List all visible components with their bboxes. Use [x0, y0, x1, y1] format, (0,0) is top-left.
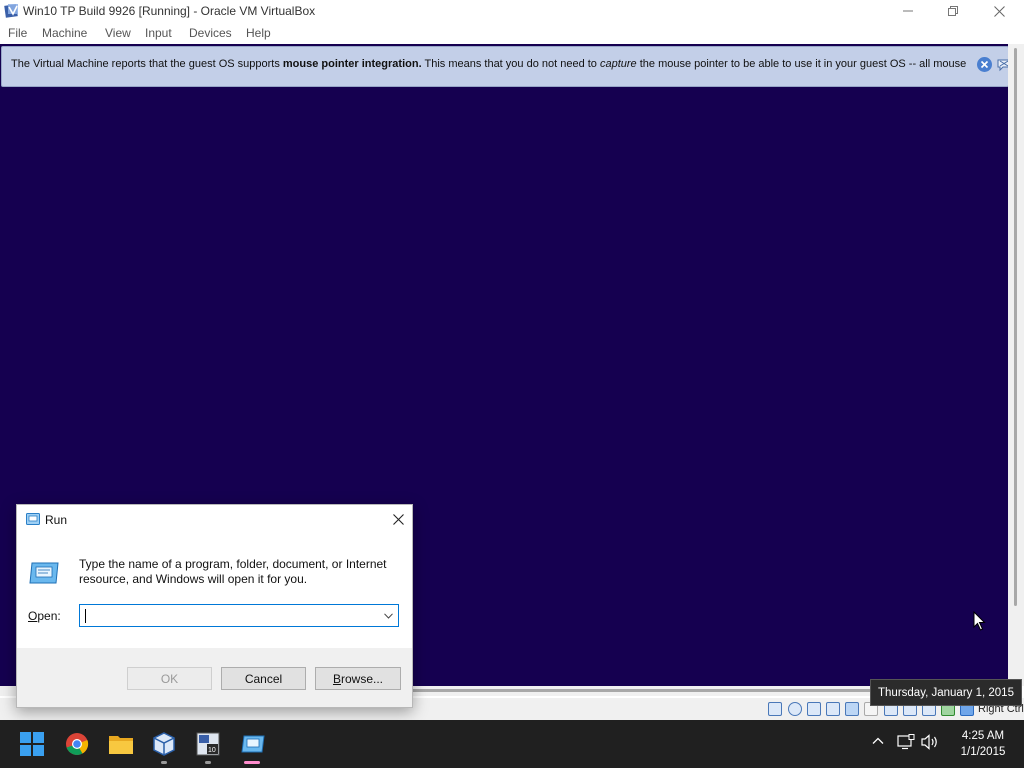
browse-button[interactable]: Browse... — [315, 667, 401, 690]
run-dialog-description: Type the name of a program, folder, docu… — [79, 557, 387, 586]
network-tray-icon[interactable] — [897, 734, 915, 753]
run-dialog: Run Type the name of a program, folder, … — [16, 504, 413, 708]
window-title: Win10 TP Build 9926 [Running] - Oracle V… — [23, 4, 316, 18]
vertical-scrollbar-thumb[interactable] — [1014, 48, 1017, 606]
menu-bar: File Machine View Input Devices Help — [0, 23, 1024, 44]
run-app-active-indicator — [244, 761, 260, 764]
browse-label: rowse... — [341, 671, 384, 686]
run-dialog-title: Run — [45, 513, 68, 527]
browse-accelerator: B — [332, 671, 341, 686]
volume-icon[interactable] — [921, 734, 939, 753]
text-caret — [85, 609, 86, 623]
run-program-icon — [29, 561, 59, 585]
network-icon[interactable] — [826, 702, 840, 716]
file-explorer-icon[interactable] — [107, 730, 135, 758]
svg-text:10: 10 — [208, 747, 216, 754]
date-tooltip: Thursday, January 1, 2015 — [870, 679, 1022, 706]
run-dialog-close-button[interactable] — [389, 510, 407, 528]
chevron-down-icon[interactable] — [380, 607, 396, 624]
menu-input[interactable]: Input — [145, 26, 172, 40]
windows10-app-running-indicator — [205, 761, 211, 764]
cancel-button[interactable]: Cancel — [221, 667, 306, 690]
banner-message: The Virtual Machine reports that the gue… — [11, 58, 966, 70]
chrome-icon[interactable] — [63, 730, 91, 758]
open-combobox[interactable] — [79, 604, 399, 627]
open-label-accelerator: O — [28, 609, 38, 623]
chevron-up-icon[interactable] — [871, 734, 885, 751]
run-dialog-title-bar[interactable]: Run — [17, 505, 412, 534]
banner-text-bold: mouse pointer integration. — [282, 58, 422, 70]
optical-drive-icon[interactable] — [788, 702, 802, 716]
virtualbox-icon[interactable] — [150, 730, 178, 758]
virtualbox-running-indicator — [161, 761, 167, 764]
clock-date: 1/1/2015 — [960, 746, 1006, 758]
minimize-button[interactable] — [885, 0, 931, 22]
banner-text-italic: capture — [599, 58, 637, 70]
mouse-cursor-icon — [973, 611, 986, 631]
title-bar: Win10 TP Build 9926 [Running] - Oracle V… — [0, 0, 1024, 22]
open-label: Open: — [28, 609, 61, 623]
vertical-scrollbar[interactable] — [1008, 44, 1024, 686]
banner-text-middle: This means that you do not need to — [421, 58, 600, 70]
taskbar: 10 4:25 AM 1/1/2015 — [0, 720, 1024, 768]
usb-icon[interactable] — [845, 702, 859, 716]
audio-icon[interactable] — [807, 702, 821, 716]
close-button[interactable] — [976, 0, 1022, 22]
menu-devices[interactable]: Devices — [189, 26, 232, 40]
menu-machine[interactable]: Machine — [42, 26, 87, 40]
restore-button[interactable] — [930, 0, 976, 22]
open-label-text: pen: — [37, 609, 61, 623]
menu-view[interactable]: View — [105, 26, 131, 40]
banner-text-end: the mouse pointer to be able to use it i… — [636, 58, 967, 70]
run-app-icon[interactable] — [239, 730, 267, 758]
menu-help[interactable]: Help — [246, 26, 271, 40]
run-dialog-body: Type the name of a program, folder, docu… — [17, 534, 412, 648]
run-icon — [26, 513, 40, 525]
taskbar-clock[interactable]: 4:25 AM 1/1/2015 — [948, 728, 1018, 760]
windows10-app-icon[interactable]: 10 — [194, 730, 222, 758]
start-icon[interactable] — [18, 730, 46, 758]
open-input[interactable] — [84, 607, 374, 624]
clock-time: 4:25 AM — [961, 730, 1005, 742]
ok-button[interactable]: OK — [127, 667, 212, 690]
virtualbox-app-icon — [4, 3, 20, 19]
banner-text-start: The Virtual Machine reports that the gue… — [11, 58, 283, 70]
menu-file[interactable]: File — [8, 26, 27, 40]
banner-close-icon[interactable] — [977, 57, 992, 72]
mouse-integration-banner: The Virtual Machine reports that the gue… — [1, 46, 1009, 87]
hard-disk-icon[interactable] — [768, 702, 782, 716]
